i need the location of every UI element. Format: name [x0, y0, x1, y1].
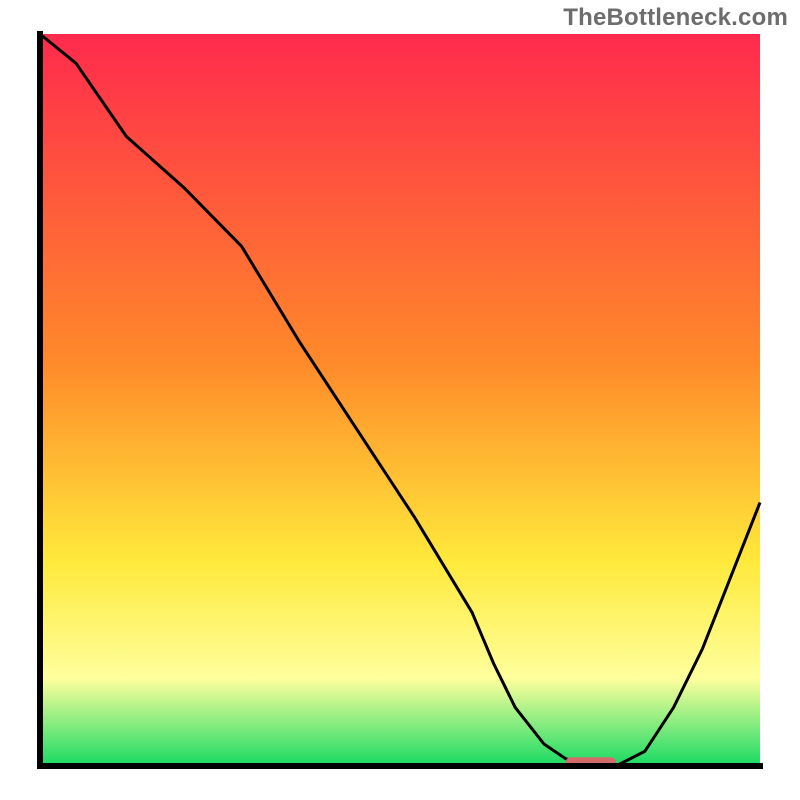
- bottleneck-chart: [0, 0, 800, 800]
- chart-stage: TheBottleneck.com: [0, 0, 800, 800]
- gradient-background: [40, 34, 760, 766]
- watermark-text: TheBottleneck.com: [563, 4, 788, 32]
